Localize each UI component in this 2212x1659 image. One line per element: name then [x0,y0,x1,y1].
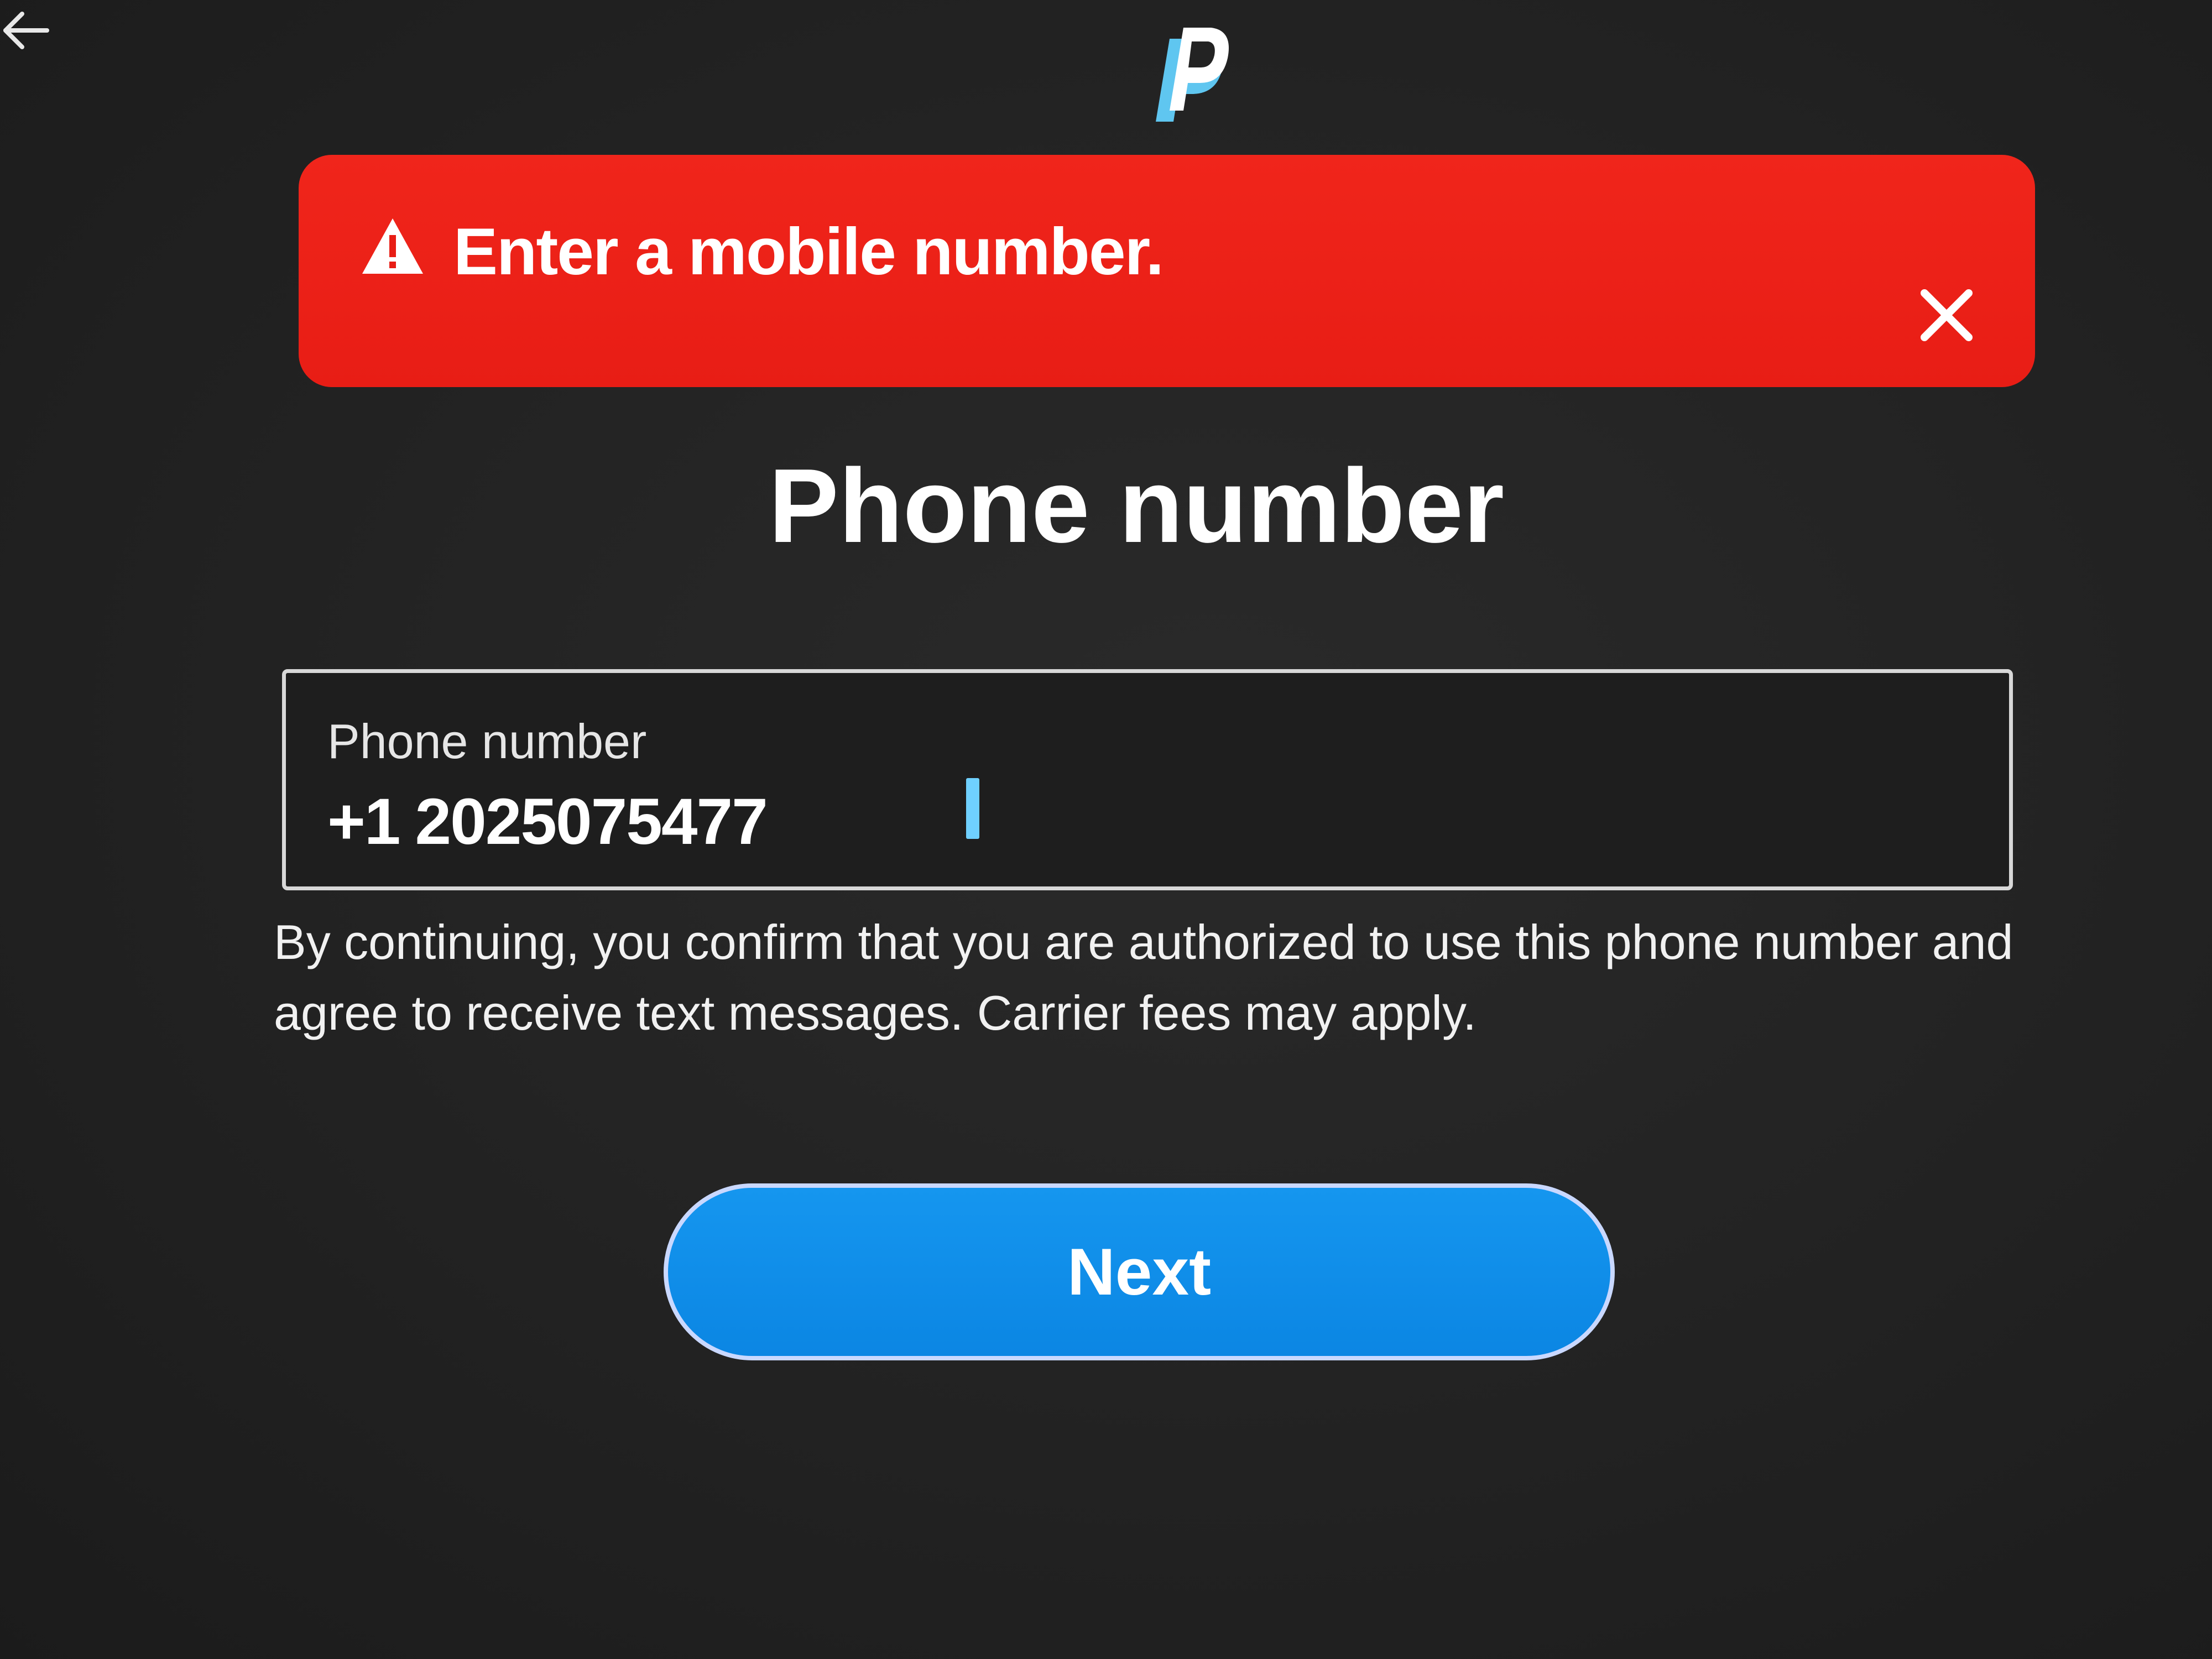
country-code: +1 [327,785,401,858]
error-alert: Enter a mobile number. [299,155,2035,387]
phone-number-field[interactable]: Phone number +1 2025075477 [282,669,2013,890]
paypal-logo-icon [1139,17,1233,127]
warning-triangle-icon [359,216,426,276]
page-title: Phone number [768,447,1505,565]
next-button[interactable]: Next [664,1183,1615,1360]
phone-number-value: 2025075477 [415,785,768,858]
alert-message: Enter a mobile number. [453,215,1164,289]
back-arrow-icon[interactable] [0,6,50,55]
text-cursor [966,778,979,839]
consent-disclaimer: By continuing, you confirm that you are … [274,915,2013,1040]
phone-number-input[interactable]: +1 2025075477 [327,789,782,854]
close-icon[interactable] [1913,282,1980,348]
phone-number-label: Phone number [327,714,647,769]
